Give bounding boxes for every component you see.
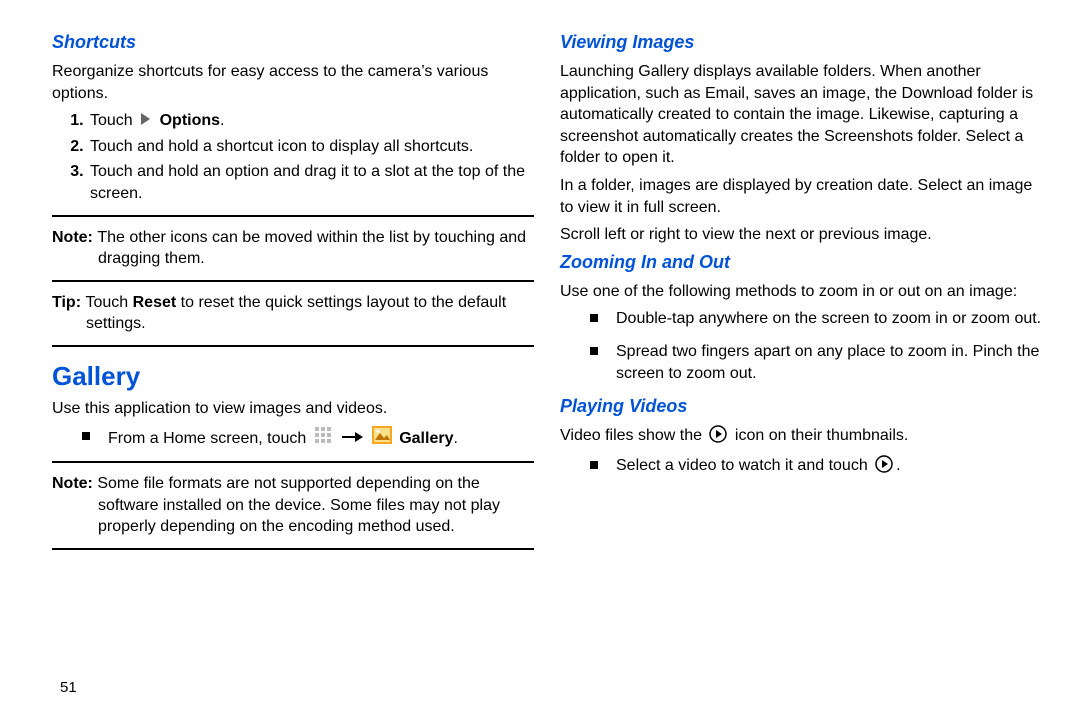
para-zoom: Use one of the following methods to zoom… bbox=[560, 281, 1042, 303]
note2-text: Some file formats are not supported depe… bbox=[97, 475, 500, 535]
page-number: 51 bbox=[60, 679, 77, 696]
apps-grid-icon bbox=[314, 426, 332, 451]
play-item: Select a video to watch it and touch . bbox=[560, 455, 1042, 480]
divider bbox=[52, 280, 534, 282]
two-column-layout: Shortcuts Reorganize shortcuts for easy … bbox=[52, 28, 1042, 560]
gallery-launch-item: From a Home screen, touch Gallery. bbox=[52, 426, 534, 451]
para-gallery: Use this application to view images and … bbox=[52, 398, 534, 420]
heading-playing-videos: Playing Videos bbox=[560, 396, 1042, 417]
note-formats: Note: Some file formats are not supporte… bbox=[52, 473, 534, 538]
steps-list: Touch Options. Touch and hold a shortcut… bbox=[52, 110, 534, 204]
para-view2: In a folder, images are displayed by cre… bbox=[560, 175, 1042, 218]
divider bbox=[52, 345, 534, 347]
tip-a: Touch bbox=[85, 294, 132, 311]
zoom-item-2: Spread two fingers apart on any place to… bbox=[560, 341, 1042, 386]
play-list: Select a video to watch it and touch . bbox=[560, 455, 1042, 480]
divider bbox=[52, 461, 534, 463]
tip-b: Reset bbox=[133, 294, 177, 311]
tip-shortcuts: Tip: Touch Reset to reset the quick sett… bbox=[52, 292, 534, 335]
right-column: Viewing Images Launching Gallery display… bbox=[560, 28, 1042, 560]
para-view3: Scroll left or right to view the next or… bbox=[560, 224, 1042, 246]
heading-shortcuts: Shortcuts bbox=[52, 32, 534, 53]
chevron-right-icon bbox=[139, 112, 151, 126]
heading-viewing-images: Viewing Images bbox=[560, 32, 1042, 53]
note-text: The other icons can be moved within the … bbox=[97, 229, 526, 268]
manual-page: Shortcuts Reorganize shortcuts for easy … bbox=[0, 0, 1080, 720]
step1-a: Touch bbox=[90, 112, 137, 129]
note-shortcuts: Note: The other icons can be moved withi… bbox=[52, 227, 534, 270]
gal-b: Gallery bbox=[399, 429, 453, 446]
para-shortcuts: Reorganize shortcuts for easy access to … bbox=[52, 61, 534, 104]
left-column: Shortcuts Reorganize shortcuts for easy … bbox=[52, 28, 534, 560]
play-item-b: . bbox=[896, 457, 900, 474]
gal-c: . bbox=[453, 429, 457, 446]
step1-b: Options bbox=[160, 112, 220, 129]
step-1: Touch Options. bbox=[88, 110, 534, 132]
heading-gallery: Gallery bbox=[52, 361, 534, 392]
gal-a: From a Home screen, touch bbox=[108, 429, 311, 446]
gallery-app-icon bbox=[372, 426, 392, 451]
para-view1: Launching Gallery displays available fol… bbox=[560, 61, 1042, 169]
play-a: Video files show the bbox=[560, 427, 706, 444]
step-3: Touch and hold an option and drag it to … bbox=[88, 161, 534, 204]
note-label: Note: bbox=[52, 229, 97, 246]
play-b: icon on their thumbnails. bbox=[730, 427, 908, 444]
arrow-right-icon bbox=[341, 428, 363, 450]
divider bbox=[52, 548, 534, 550]
play-item-a: Select a video to watch it and touch bbox=[616, 457, 872, 474]
gallery-launch-list: From a Home screen, touch Gallery. bbox=[52, 426, 534, 451]
zoom-list: Double-tap anywhere on the screen to zoo… bbox=[560, 308, 1042, 385]
play-circle-icon bbox=[709, 425, 727, 450]
tip-label: Tip: bbox=[52, 294, 85, 311]
para-play: Video files show the icon on their thumb… bbox=[560, 425, 1042, 450]
note2-label: Note: bbox=[52, 475, 97, 492]
zoom-item-1: Double-tap anywhere on the screen to zoo… bbox=[560, 308, 1042, 330]
step-2: Touch and hold a shortcut icon to displa… bbox=[88, 136, 534, 158]
play-circle-icon bbox=[875, 455, 893, 480]
divider bbox=[52, 215, 534, 217]
step1-c: . bbox=[220, 112, 224, 129]
heading-zooming: Zooming In and Out bbox=[560, 252, 1042, 273]
